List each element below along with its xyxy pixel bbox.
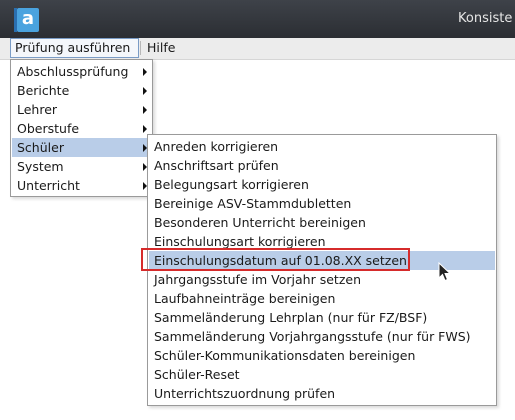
menu-item-label: Anschriftsart prüfen	[154, 158, 279, 173]
menu-item-label: Besonderen Unterricht bereinigen	[154, 215, 366, 230]
title-bar: a Konsiste	[0, 0, 515, 38]
submenu-arrow-icon	[143, 68, 147, 76]
menu-item-label: Sammeländerung Lehrplan (nur für FZ/BSF)	[154, 310, 428, 325]
menu-item-label: Laufbahneinträge bereinigen	[154, 291, 336, 306]
submenu-item-sammelaenderung-lehrplan[interactable]: Sammeländerung Lehrplan (nur für FZ/BSF)	[149, 308, 495, 327]
submenu-item-laufbahneintraege[interactable]: Laufbahneinträge bereinigen	[149, 289, 495, 308]
submenu-arrow-icon	[143, 87, 147, 95]
submenu-arrow-icon	[143, 125, 147, 133]
annotation-highlight-box	[141, 248, 410, 271]
menu-item-label: Schüler-Kommunikationsdaten bereinigen	[154, 348, 416, 363]
menu-bar: Prüfung ausführen Hilfe	[0, 38, 515, 60]
menu-item-label: Sammeländerung Vorjahrgangsstufe (nur fü…	[154, 329, 471, 344]
menu-pruefung-ausfuehren[interactable]: Prüfung ausführen	[10, 38, 139, 58]
menu-item-system[interactable]: System	[12, 157, 151, 176]
submenu-item-belegungsart[interactable]: Belegungsart korrigieren	[149, 175, 495, 194]
menu-item-abschlusspruefung[interactable]: Abschlussprüfung	[12, 62, 151, 81]
submenu-item-kommunikationsdaten[interactable]: Schüler-Kommunikationsdaten bereinigen	[149, 346, 495, 365]
submenu-item-unterrichtszuordnung[interactable]: Unterrichtszuordnung prüfen	[149, 384, 495, 403]
menu-item-label: Anreden korrigieren	[154, 139, 279, 154]
app-logo-icon: a	[17, 8, 39, 32]
menu-item-lehrer[interactable]: Lehrer	[12, 100, 151, 119]
submenu-item-sammelaenderung-vorjahrgangsstufe[interactable]: Sammeländerung Vorjahrgangsstufe (nur fü…	[149, 327, 495, 346]
menu-separator	[140, 41, 141, 55]
submenu-item-anschriftsart[interactable]: Anschriftsart prüfen	[149, 156, 495, 175]
menu-item-label: Bereinige ASV-Stammdubletten	[154, 196, 352, 211]
menu-item-schueler[interactable]: Schüler	[12, 138, 151, 157]
menu-item-berichte[interactable]: Berichte	[12, 81, 151, 100]
menu-item-label: Oberstufe	[17, 121, 80, 136]
menu-item-label: Berichte	[17, 83, 70, 98]
submenu-item-anreden[interactable]: Anreden korrigieren	[149, 137, 495, 156]
menu-item-label: Jahrgangsstufe im Vorjahr setzen	[154, 272, 361, 287]
menu-hilfe[interactable]: Hilfe	[143, 38, 179, 57]
menu-item-label: Abschlussprüfung	[17, 64, 129, 79]
menu-item-label: Unterrichtszuordnung prüfen	[154, 386, 336, 401]
menu-item-label: Schüler	[17, 140, 64, 155]
window-title: Konsiste	[458, 11, 513, 26]
main-dropdown-menu: Abschlussprüfung Berichte Lehrer Oberstu…	[10, 59, 153, 197]
menu-item-label: Schüler-Reset	[154, 367, 240, 382]
menu-item-oberstufe[interactable]: Oberstufe	[12, 119, 151, 138]
submenu-item-asv-stammdubletten[interactable]: Bereinige ASV-Stammdubletten	[149, 194, 495, 213]
submenu-item-besonderer-unterricht[interactable]: Besonderen Unterricht bereinigen	[149, 213, 495, 232]
menu-item-label: Belegungsart korrigieren	[154, 177, 309, 192]
menu-item-label: System	[17, 159, 64, 174]
submenu-item-schueler-reset[interactable]: Schüler-Reset	[149, 365, 495, 384]
mouse-cursor-icon	[438, 262, 452, 282]
submenu-arrow-icon	[143, 106, 147, 114]
menu-item-label: Lehrer	[17, 102, 58, 117]
menu-item-label: Unterricht	[17, 178, 80, 193]
menu-item-unterricht[interactable]: Unterricht	[12, 176, 151, 195]
